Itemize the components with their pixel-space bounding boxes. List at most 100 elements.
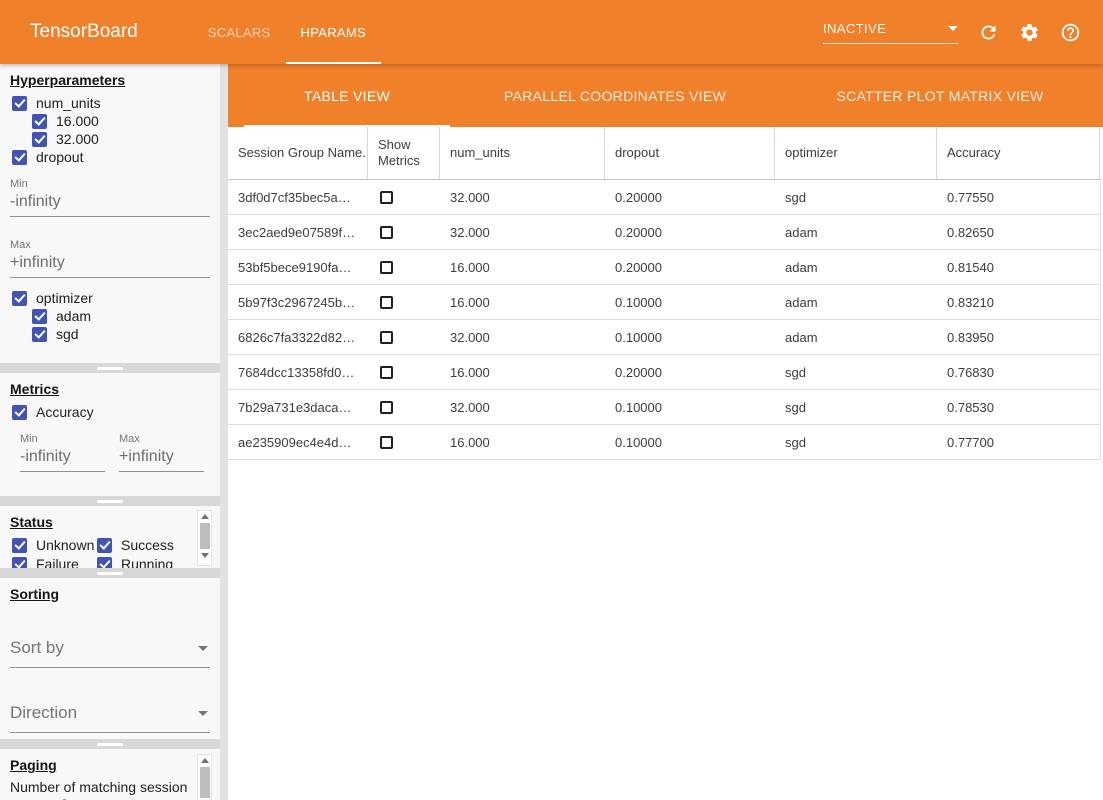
show-metrics-checkbox[interactable] — [380, 261, 393, 274]
accuracy-cell: 0.78530 — [937, 400, 1100, 415]
show-metrics-checkbox[interactable] — [380, 436, 393, 449]
panel-resize-handle[interactable] — [97, 572, 123, 575]
sort-by-select[interactable]: Sort by — [10, 638, 210, 668]
tab-parallel-coordinates-view[interactable]: PARALLEL COORDINATES VIEW — [450, 64, 780, 127]
checkbox-checked-icon[interactable] — [12, 96, 27, 111]
min-input[interactable]: -infinity — [20, 448, 105, 472]
table-row: 7684dcc13358fd0… 16.000 0.20000 sgd 0.76… — [228, 355, 1101, 390]
status-item: Unknown — [0, 536, 85, 554]
dropout-cell: 0.10000 — [605, 295, 775, 310]
hyperparameters-title: Hyperparameters — [10, 72, 210, 88]
panel-resize-handle[interactable] — [97, 500, 123, 503]
checkbox-checked-icon[interactable] — [32, 309, 47, 324]
show-metrics-cell — [368, 436, 440, 449]
dropdown-arrow-icon — [198, 646, 208, 651]
view-tabs: TABLE VIEW PARALLEL COORDINATES VIEW SCA… — [228, 64, 1103, 127]
show-metrics-cell — [368, 401, 440, 414]
show-metrics-checkbox[interactable] — [380, 226, 393, 239]
panel-divider — [0, 363, 220, 373]
scroll-up-icon[interactable] — [201, 758, 209, 763]
max-input[interactable]: +infinity — [119, 448, 204, 472]
optimizer-cell: sgd — [775, 400, 937, 415]
max-label: Max — [119, 433, 204, 445]
metrics-list: Accuracy — [0, 403, 220, 421]
num-units-cell: 16.000 — [440, 435, 605, 450]
scroll-up-icon[interactable] — [201, 514, 209, 519]
dropout-cell: 0.20000 — [605, 260, 775, 275]
hyperparameter-item: dropout — [0, 148, 220, 166]
table-header-row: Session Group Name. Show Metrics num_uni… — [228, 127, 1101, 180]
checkbox-checked-icon[interactable] — [97, 538, 112, 553]
accuracy-cell: 0.81540 — [937, 260, 1100, 275]
checkbox-checked-icon[interactable] — [32, 132, 47, 147]
paging-scrollbar[interactable] — [197, 754, 212, 800]
panel-metrics: Metrics Accuracy Min -infinity Max +infi… — [0, 373, 220, 496]
checkbox-checked-icon[interactable] — [12, 150, 27, 165]
run-status-dropdown[interactable]: INACTIVE — [823, 21, 958, 44]
show-metrics-cell — [368, 296, 440, 309]
status-scrollbar[interactable] — [197, 510, 212, 566]
col-session-group-name: Session Group Name. — [228, 127, 368, 179]
metric-max-field: Max +infinity — [119, 433, 204, 472]
metric-minmax-row: Min -infinity Max +infinity — [20, 433, 210, 472]
accuracy-cell: 0.76830 — [937, 365, 1100, 380]
tab-scalars[interactable]: SCALARS — [193, 0, 286, 64]
tab-hparams[interactable]: HPARAMS — [286, 0, 381, 64]
direction-value: Direction — [10, 703, 77, 723]
session-group-name-cell: 53bf5bece9190fa… — [228, 260, 368, 275]
sidebar: Hyperparameters num_units 16.000 32.000 — [0, 64, 220, 800]
col-accuracy: Accuracy — [937, 127, 1100, 179]
panel-resize-handle[interactable] — [97, 367, 123, 370]
checkbox-checked-icon[interactable] — [12, 291, 27, 306]
tab-table-view[interactable]: TABLE VIEW — [244, 64, 450, 127]
table-row: 6826c7fa3322d82… 32.000 0.10000 adam 0.8… — [228, 320, 1101, 355]
dropdown-arrow-icon — [948, 26, 958, 31]
session-group-name-cell: 7684dcc13358fd0… — [228, 365, 368, 380]
optimizer-item: sgd — [0, 325, 220, 343]
show-metrics-checkbox[interactable] — [380, 191, 393, 204]
scrollbar-thumb[interactable] — [200, 523, 210, 549]
checkbox-checked-icon[interactable] — [97, 557, 112, 569]
run-status-value: INACTIVE — [823, 21, 886, 36]
num-units-cell: 32.000 — [440, 330, 605, 345]
status-list: Unknown Success Failure Running — [0, 536, 220, 568]
checkbox-checked-icon[interactable] — [32, 327, 47, 342]
show-metrics-checkbox[interactable] — [380, 401, 393, 414]
scroll-down-icon[interactable] — [201, 553, 209, 558]
accuracy-cell: 0.77550 — [937, 190, 1100, 205]
dropout-cell: 0.20000 — [605, 365, 775, 380]
direction-select[interactable]: Direction — [10, 703, 210, 733]
show-metrics-cell — [368, 261, 440, 274]
table-row: 7b29a731e3daca… 32.000 0.10000 sgd 0.785… — [228, 390, 1101, 425]
min-input[interactable]: -infinity — [10, 193, 210, 217]
min-label: Min — [10, 178, 210, 190]
help-icon[interactable] — [1060, 22, 1081, 43]
panel-resize-handle[interactable] — [97, 743, 123, 746]
refresh-icon[interactable] — [978, 22, 999, 43]
show-metrics-cell — [368, 226, 440, 239]
table-row: ae235909ec4e4d… 16.000 0.10000 sgd 0.777… — [228, 425, 1101, 460]
max-input[interactable]: +infinity — [10, 254, 210, 278]
show-metrics-checkbox[interactable] — [380, 296, 393, 309]
max-label: Max — [10, 239, 210, 251]
col-optimizer: optimizer — [775, 127, 937, 179]
table-body: 3df0d7cf35bec5a… 32.000 0.20000 sgd 0.77… — [228, 180, 1101, 460]
show-metrics-checkbox[interactable] — [380, 366, 393, 379]
main-content: TABLE VIEW PARALLEL COORDINATES VIEW SCA… — [228, 64, 1103, 800]
checkbox-checked-icon[interactable] — [12, 557, 27, 569]
settings-gear-icon[interactable] — [1019, 22, 1040, 43]
optimizer-cell: sgd — [775, 365, 937, 380]
show-metrics-cell — [368, 331, 440, 344]
checkbox-checked-icon[interactable] — [12, 538, 27, 553]
session-group-name-cell: 5b97f3c2967245b… — [228, 295, 368, 310]
accuracy-cell: 0.82650 — [937, 225, 1100, 240]
session-group-name-cell: 3df0d7cf35bec5a… — [228, 190, 368, 205]
tab-scatter-plot-matrix-view[interactable]: SCATTER PLOT MATRIX VIEW — [780, 64, 1100, 127]
scrollbar-thumb[interactable] — [200, 767, 210, 798]
panel-sorting: Sorting Sort by Direction — [0, 578, 220, 739]
sort-by-value: Sort by — [10, 638, 64, 658]
checkbox-checked-icon[interactable] — [12, 405, 27, 420]
metric-min-field: Min -infinity — [20, 433, 105, 472]
checkbox-checked-icon[interactable] — [32, 114, 47, 129]
show-metrics-checkbox[interactable] — [380, 331, 393, 344]
